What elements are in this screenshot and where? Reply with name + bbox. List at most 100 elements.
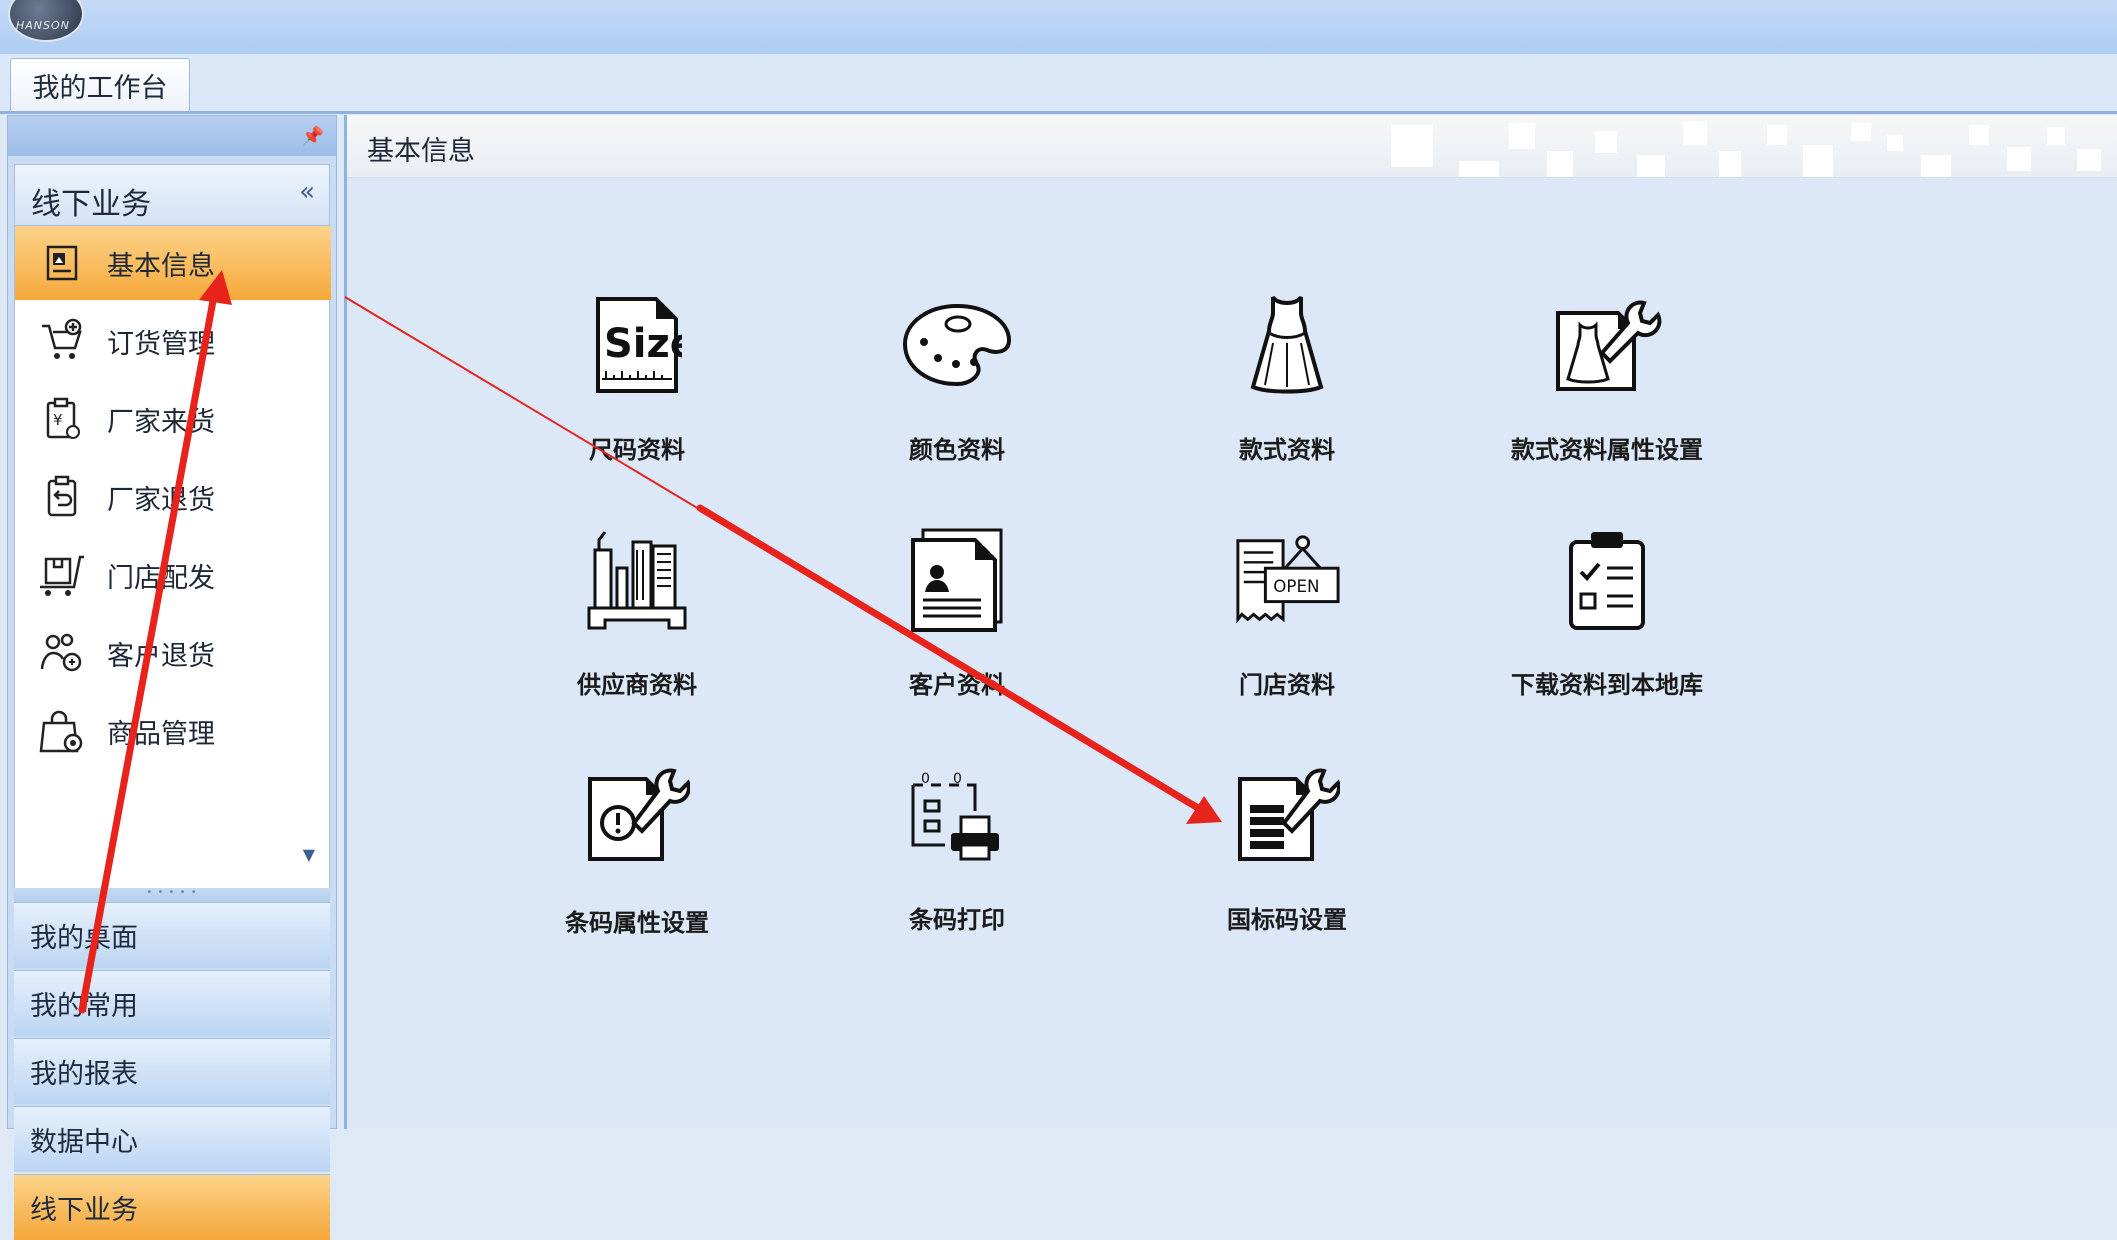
tile-label: 门店资料	[1239, 671, 1335, 699]
size-text: Size	[604, 321, 682, 367]
nav-label: 线下业务	[30, 1195, 138, 1226]
decor-square	[2077, 149, 2101, 171]
nav-label: 数据中心	[30, 1127, 138, 1158]
tile-gb-code-settings[interactable]: 国标码设置	[1157, 760, 1417, 960]
decor-square	[1851, 123, 1871, 141]
palette-icon	[902, 290, 1012, 400]
tile-style-data[interactable]: 款式资料	[1157, 290, 1417, 490]
splitter-grip[interactable]: • • • • •	[14, 888, 330, 902]
decor-square	[1887, 135, 1903, 151]
size-doc-icon: Size	[582, 290, 692, 400]
group-title: 线下业务	[31, 187, 151, 222]
tile-style-attr-settings[interactable]: 款式资料属性设置	[1477, 290, 1737, 490]
sidebar-item-label: 厂家来货	[107, 406, 215, 438]
clipboard-yen-icon: ¥	[37, 394, 87, 444]
decor-square	[1969, 125, 1989, 145]
decor-square	[1921, 155, 1951, 177]
decor-square	[1595, 131, 1617, 153]
sidebar-item-label: 厂家退货	[107, 484, 215, 516]
dress-wrench-icon	[1552, 290, 1662, 400]
sidebar-item-label: 客户退货	[107, 640, 215, 672]
sidebar-group-header[interactable]: 线下业务 «	[14, 164, 330, 226]
store-open-icon: OPEN	[1232, 525, 1342, 635]
nav-my-desktop[interactable]: 我的桌面	[14, 902, 330, 968]
nav-label: 我的常用	[30, 991, 138, 1022]
tile-barcode-attr-settings[interactable]: 条码属性设置	[507, 760, 767, 960]
tile-label: 尺码资料	[589, 436, 685, 464]
tile-supplier-data[interactable]: 供应商资料	[507, 525, 767, 725]
sidebar-item-label: 订货管理	[107, 328, 215, 360]
tile-label: 条码打印	[909, 906, 1005, 934]
nav-offline-business[interactable]: 线下业务	[14, 1174, 330, 1240]
tile-store-data[interactable]: OPEN 门店资料	[1157, 525, 1417, 725]
content-header: 基本信息	[347, 115, 2117, 178]
bag-gear-icon	[37, 706, 87, 756]
tile-label: 下载资料到本地库	[1511, 671, 1703, 699]
tile-color-data[interactable]: 颜色资料	[827, 290, 1087, 490]
sidebar-item-label: 商品管理	[107, 718, 215, 750]
info-card-icon	[37, 238, 87, 288]
title-bar: HANSON	[0, 0, 2117, 55]
pin-icon[interactable]: 📌	[302, 126, 324, 147]
sidebar-item-order-mgmt[interactable]: 订货管理	[15, 304, 331, 378]
content-panel: 基本信息 Size 尺码资料 颜色资料 款式资料	[344, 115, 2117, 1129]
decor-square	[1803, 145, 1833, 177]
barcode-print-icon: 00	[902, 760, 1012, 870]
svg-text:¥: ¥	[53, 411, 63, 429]
nav-my-favorites[interactable]: 我的常用	[14, 970, 330, 1036]
tile-size-data[interactable]: Size 尺码资料	[507, 290, 767, 490]
sidebar-item-basic-info[interactable]: 基本信息	[15, 226, 331, 300]
open-sign-text: OPEN	[1273, 577, 1319, 596]
clipboard-return-icon	[37, 472, 87, 522]
tile-label: 条码属性设置	[565, 909, 709, 937]
tile-label: 客户资料	[909, 671, 1005, 699]
nav-data-center[interactable]: 数据中心	[14, 1106, 330, 1172]
decor-square	[1719, 151, 1741, 177]
sidebar-item-customer-return[interactable]: 客户退货	[15, 616, 331, 690]
sidebar-item-product-mgmt[interactable]: 商品管理	[15, 694, 331, 768]
collapse-icon[interactable]: «	[299, 177, 315, 207]
scroll-down-icon[interactable]: ▼	[303, 845, 315, 864]
customer-return-icon	[37, 628, 87, 678]
decor-square	[1767, 125, 1787, 145]
tile-download-local[interactable]: 下载资料到本地库	[1477, 525, 1737, 725]
alert-wrench-icon	[582, 760, 692, 870]
decor-square	[2047, 127, 2065, 145]
sidebar-item-store-dispatch[interactable]: 门店配发	[15, 538, 331, 612]
tile-label: 款式资料属性设置	[1511, 436, 1703, 464]
doc-wrench-icon	[1232, 760, 1342, 870]
tab-bar: 我的工作台	[0, 54, 2117, 114]
sidebar-list: 基本信息 订货管理 ¥ 厂家来货 厂家退货 门店配发 客户退货 商品管理 ▼	[14, 226, 331, 888]
nav-label: 我的桌面	[30, 923, 138, 954]
decor-square	[1459, 161, 1499, 177]
decor-square	[1683, 121, 1707, 145]
tile-customer-data[interactable]: 客户资料	[827, 525, 1087, 725]
logo-text: HANSON	[16, 19, 70, 32]
decor-square	[1547, 151, 1573, 177]
cart-add-icon	[37, 316, 87, 366]
tile-label: 颜色资料	[909, 436, 1005, 464]
content-title: 基本信息	[367, 136, 475, 167]
decor-square	[1637, 155, 1665, 177]
sidebar-item-label: 基本信息	[107, 250, 215, 282]
cart-box-icon	[37, 550, 87, 600]
decor-square	[2007, 147, 2031, 171]
nav-label: 我的报表	[30, 1059, 138, 1090]
sidebar-item-vendor-receipt[interactable]: ¥ 厂家来货	[15, 382, 331, 456]
sidebar-item-label: 门店配发	[107, 562, 215, 594]
dress-icon	[1232, 290, 1342, 400]
checklist-icon	[1552, 525, 1662, 635]
tab-my-workbench[interactable]: 我的工作台	[10, 58, 190, 111]
app-logo: HANSON	[8, 0, 84, 42]
decor-square	[1391, 125, 1433, 167]
factory-icon	[582, 525, 692, 635]
nav-my-reports[interactable]: 我的报表	[14, 1038, 330, 1104]
tile-barcode-print[interactable]: 00 条码打印	[827, 760, 1087, 960]
tab-label: 我的工作台	[32, 72, 168, 104]
sidebar-item-vendor-return[interactable]: 厂家退货	[15, 460, 331, 534]
sidebar: 📌 线下业务 « 基本信息 订货管理 ¥ 厂家来货 厂家退货 门店配发 客户退货…	[7, 115, 337, 1240]
decor-square	[1509, 123, 1535, 149]
svg-text:0: 0	[921, 771, 930, 787]
tile-label: 国标码设置	[1227, 906, 1347, 934]
sidebar-pin-bar: 📌	[8, 116, 336, 156]
